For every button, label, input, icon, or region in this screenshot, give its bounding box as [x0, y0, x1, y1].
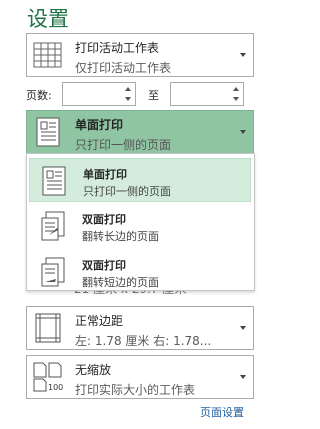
scaling-dropdown[interactable]: 100 无缩放 打印实际大小的工作表: [26, 355, 254, 399]
option-single-side[interactable]: 单面打印 只打印一侧的页面: [29, 158, 251, 202]
chevron-down-icon: [240, 130, 246, 134]
spin-down-icon[interactable]: [233, 97, 239, 101]
page-from-input[interactable]: [62, 82, 136, 106]
option-sublabel: 翻转长边的页面: [82, 230, 159, 243]
chevron-down-icon: [240, 53, 246, 57]
page-to-input[interactable]: [170, 82, 244, 106]
scale-100-icon: 100: [31, 360, 65, 394]
settings-title: 设置: [27, 7, 69, 31]
duplex-short-edge-icon: [37, 255, 69, 289]
spin-up-icon[interactable]: [125, 87, 131, 91]
chevron-down-icon: [240, 375, 246, 379]
option-label: 双面打印: [82, 213, 126, 226]
to-label: 至: [148, 89, 159, 102]
option-label: 单面打印: [83, 168, 127, 181]
print-sides-dropdown[interactable]: 单面打印 只打印一侧的页面: [26, 110, 254, 154]
margins-sublabel: 左: 1.78 厘米 右: 1.78...: [75, 334, 212, 348]
pages-label: 页数:: [26, 89, 52, 102]
print-scope-label: 打印活动工作表: [75, 41, 160, 55]
page-setup-link[interactable]: 页面设置: [200, 404, 244, 420]
scaling-label: 无缩放: [75, 363, 112, 377]
sheet-icon: [31, 38, 65, 72]
margins-label: 正常边距: [75, 314, 124, 328]
margins-dropdown[interactable]: 正常边距 左: 1.78 厘米 右: 1.78...: [26, 306, 254, 350]
svg-text:100: 100: [48, 383, 63, 392]
chevron-down-icon: [240, 326, 246, 330]
option-duplex-long-edge[interactable]: 双面打印 翻转长边的页面: [29, 204, 251, 248]
option-sublabel: 只打印一侧的页面: [83, 185, 171, 198]
option-label: 双面打印: [82, 259, 126, 272]
print-sides-menu: 单面打印 只打印一侧的页面 双面打印 翻转长边的页面 双面打印 翻转短边的页面: [26, 153, 255, 291]
option-duplex-short-edge[interactable]: 双面打印 翻转短边的页面: [29, 250, 251, 294]
print-scope-sublabel: 仅打印活动工作表: [75, 61, 172, 75]
spin-down-icon[interactable]: [125, 97, 131, 101]
print-scope-dropdown[interactable]: 打印活动工作表 仅打印活动工作表: [26, 33, 254, 77]
print-sides-label: 单面打印: [75, 118, 124, 132]
single-side-icon: [31, 115, 65, 149]
option-sublabel: 翻转短边的页面: [82, 276, 159, 289]
duplex-long-edge-icon: [37, 209, 69, 243]
spin-up-icon[interactable]: [233, 87, 239, 91]
margins-icon: [31, 311, 65, 345]
single-side-icon: [38, 164, 70, 198]
print-sides-sublabel: 只打印一侧的页面: [75, 138, 172, 152]
scaling-sublabel: 打印实际大小的工作表: [75, 383, 196, 397]
